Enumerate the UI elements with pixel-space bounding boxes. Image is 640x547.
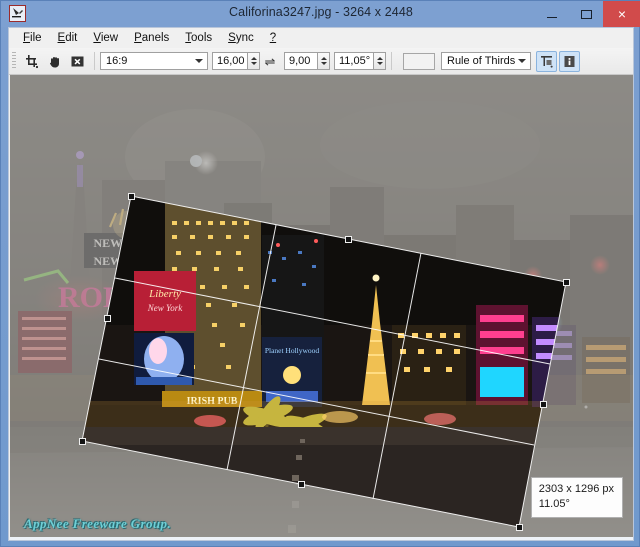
crop-handle-top-left[interactable] — [128, 193, 135, 200]
crop-info-size: 2303 x 1296 px — [539, 482, 614, 497]
aspect-ratio-value: 16:9 — [106, 55, 127, 67]
menu-item-edit[interactable]: Edit — [50, 30, 86, 46]
svg-text:Planet Hollywood: Planet Hollywood — [265, 346, 320, 355]
crop-handle-bottom-right[interactable] — [516, 524, 523, 531]
crop-handle-left-center[interactable] — [104, 315, 111, 322]
toggle-info-button[interactable] — [559, 51, 580, 72]
crop-tool-icon — [24, 54, 39, 69]
guide-overlay-select[interactable]: Rule of Thirds — [441, 52, 531, 70]
hand-pan-tool-icon — [47, 54, 62, 69]
crop-height-value: 9,00 — [289, 55, 310, 67]
application-window: Califorina3247.jpg - 3264 x 2448 × File … — [0, 0, 640, 547]
crop-info-angle: 11.05° — [539, 497, 614, 512]
aspect-ratio-select[interactable]: 16:9 — [100, 52, 208, 70]
svg-text:New York: New York — [147, 303, 183, 313]
overlay-color-swatch[interactable] — [403, 53, 435, 70]
crop-selection-region[interactable]: Planet Hollywood Liberty New York IRISH … — [10, 75, 633, 540]
client-area: File Edit View Panels Tools Sync ? — [8, 27, 634, 541]
toolbar-grip[interactable] — [12, 52, 16, 70]
menu-bar: File Edit View Panels Tools Sync ? — [9, 28, 633, 48]
crop-height-stepper[interactable]: 9,00 — [284, 52, 330, 70]
chevron-down-icon — [518, 59, 526, 63]
close-icon: × — [618, 6, 626, 22]
maximize-button[interactable] — [569, 1, 603, 27]
crop-angle-stepper[interactable]: 11,05° — [334, 52, 386, 70]
menu-item-file[interactable]: File — [15, 30, 50, 46]
menu-item-help[interactable]: ? — [262, 30, 284, 46]
clear-selection-button[interactable] — [67, 51, 88, 72]
ratio-link-icon: ⇌ — [262, 55, 278, 68]
crop-handle-bottom-center[interactable] — [298, 481, 305, 488]
toggle-guides-button[interactable] — [536, 51, 557, 72]
show-guides-icon — [539, 54, 554, 69]
image-canvas[interactable]: NEW YORK NEW YORK ROK Liberty New York — [10, 75, 633, 540]
crop-handle-top-center[interactable] — [345, 236, 352, 243]
menu-item-sync[interactable]: Sync — [220, 30, 262, 46]
menu-item-tools[interactable]: Tools — [177, 30, 220, 46]
close-button[interactable]: × — [603, 1, 640, 27]
spinner-arrows-icon[interactable] — [247, 53, 259, 69]
tool-bar: 16:9 16,00 ⇌ 9,00 11,05° Rule of Thirds — [9, 48, 633, 75]
toolbar-separator-2 — [391, 52, 392, 70]
chevron-down-icon — [195, 59, 203, 63]
minimize-button[interactable] — [535, 1, 569, 27]
crop-tool-button[interactable] — [21, 51, 42, 72]
watermark-text: AppNee Freeware Group. — [24, 516, 171, 532]
clear-selection-icon — [70, 54, 85, 69]
status-bar — [10, 537, 633, 540]
menu-item-panels[interactable]: Panels — [126, 30, 177, 46]
maximize-icon — [581, 10, 592, 19]
spinner-arrows-icon[interactable] — [317, 53, 329, 69]
menu-item-view[interactable]: View — [85, 30, 126, 46]
spinner-arrows-icon[interactable] — [373, 53, 385, 69]
crop-handle-bottom-left[interactable] — [79, 438, 86, 445]
toolbar-separator-1 — [94, 52, 95, 70]
crop-handle-top-right[interactable] — [563, 279, 570, 286]
pan-tool-button[interactable] — [44, 51, 65, 72]
minimize-icon — [547, 17, 557, 19]
crop-bright-area: Planet Hollywood Liberty New York IRISH … — [10, 75, 633, 540]
guide-overlay-value: Rule of Thirds — [447, 55, 515, 67]
crop-width-value: 16,00 — [217, 55, 245, 67]
title-bar: Califorina3247.jpg - 3264 x 2448 × — [1, 1, 640, 27]
crop-angle-value: 11,05° — [339, 55, 370, 67]
crop-width-stepper[interactable]: 16,00 — [212, 52, 260, 70]
crop-handle-right-center[interactable] — [540, 401, 547, 408]
show-info-icon — [562, 54, 577, 69]
crop-info-overlay: 2303 x 1296 px 11.05° — [531, 477, 623, 518]
